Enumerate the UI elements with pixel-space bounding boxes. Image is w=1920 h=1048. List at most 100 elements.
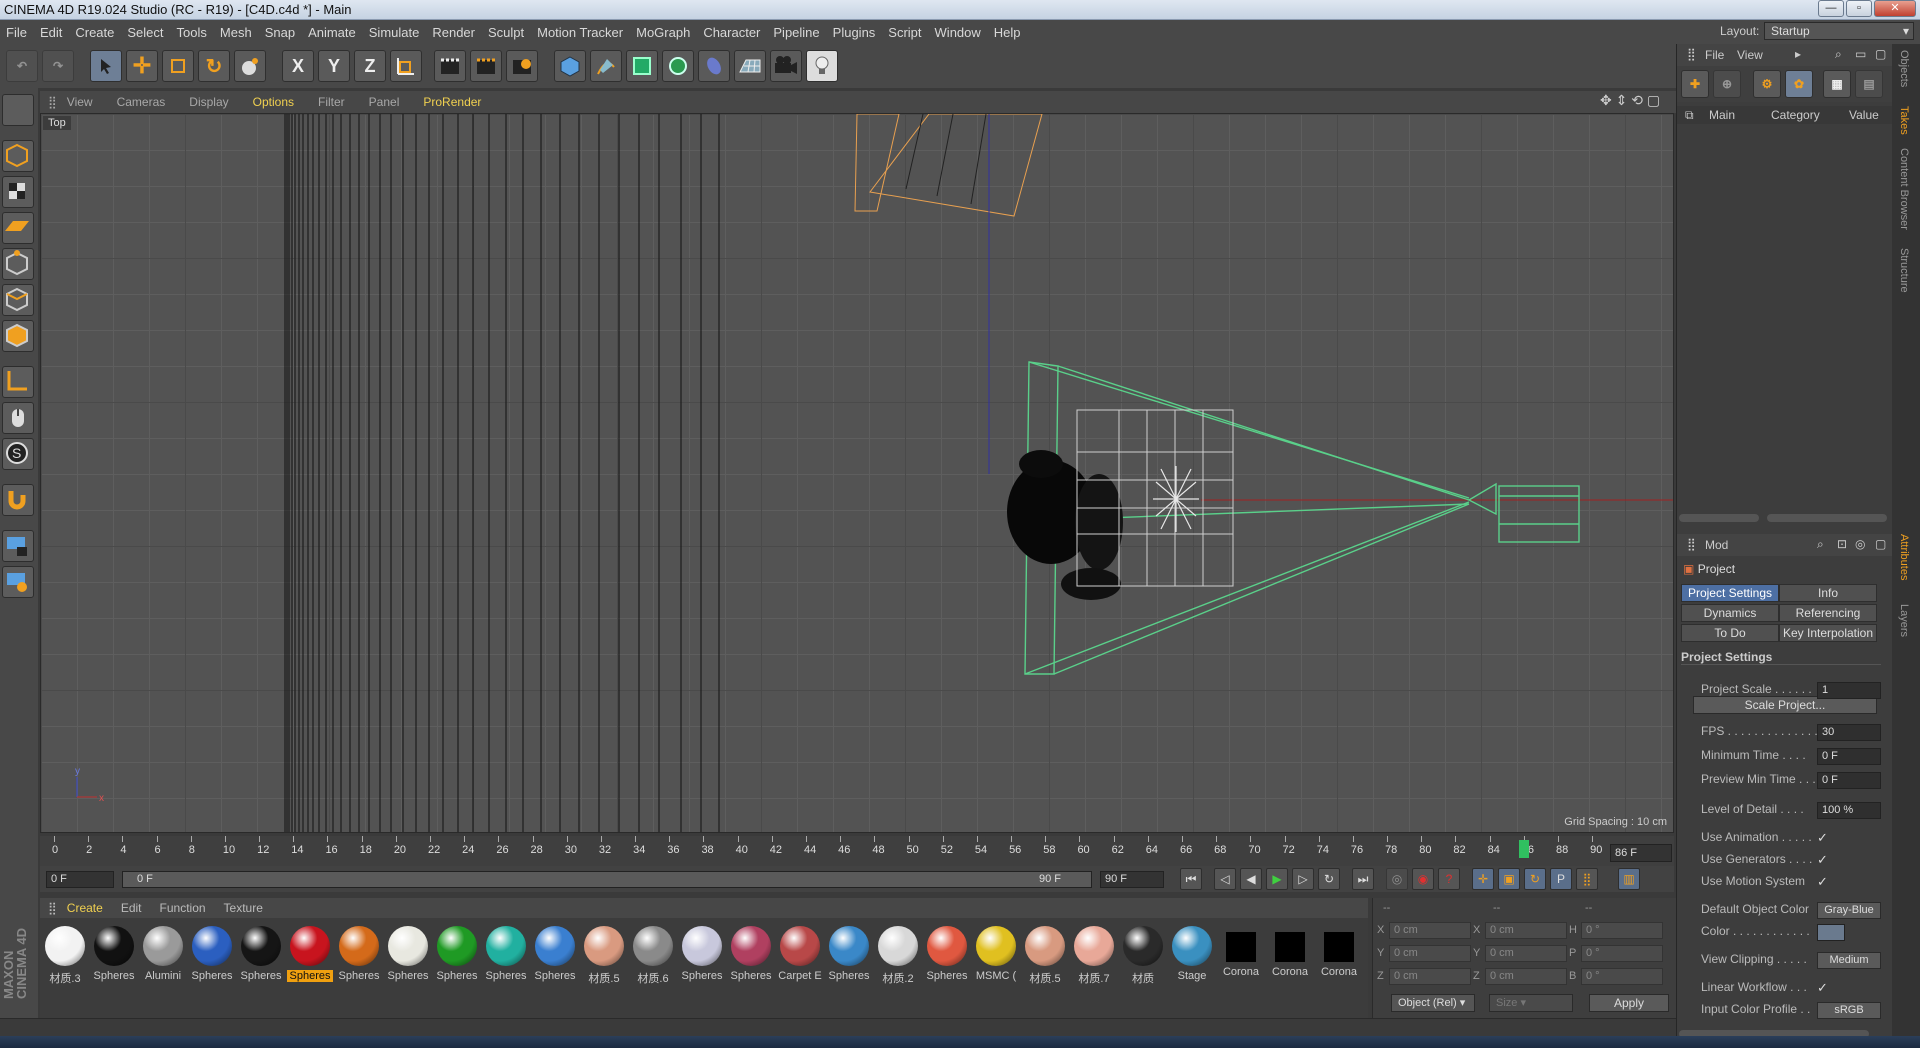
previous-key-icon[interactable]: ◁ xyxy=(1214,868,1236,890)
menu-window[interactable]: Window xyxy=(935,25,981,40)
tab-info[interactable]: Info xyxy=(1779,584,1877,602)
material-slot[interactable]: Spheres xyxy=(532,924,578,988)
menu-render[interactable]: Render xyxy=(432,25,475,40)
search-icon[interactable]: ⌕ xyxy=(1835,47,1842,62)
material-slot[interactable]: 材质.5 xyxy=(581,924,627,988)
key-scale-icon[interactable]: ▣ xyxy=(1498,868,1520,890)
panel-maximize-icon[interactable]: ▢ xyxy=(1875,537,1886,551)
material-slot[interactable]: Spheres xyxy=(91,924,137,988)
points-mode-icon[interactable] xyxy=(2,248,34,280)
model-mode-icon[interactable] xyxy=(2,140,34,172)
planar-workplane-icon[interactable] xyxy=(2,566,34,598)
coord-field[interactable]: 0 cm xyxy=(1389,945,1471,962)
menu-help[interactable]: Help xyxy=(994,25,1021,40)
scale-tool-icon[interactable] xyxy=(162,50,194,82)
y-axis-lock-icon[interactable]: Y xyxy=(318,50,350,82)
material-slot[interactable]: Spheres xyxy=(679,924,725,988)
end-frame-field[interactable]: 90 F xyxy=(1100,871,1164,888)
key-position-icon[interactable]: ✛ xyxy=(1472,868,1494,890)
timeline-window-icon[interactable]: ▥ xyxy=(1618,868,1640,890)
material-menu-edit[interactable]: Edit xyxy=(121,901,142,915)
material-slot[interactable]: 材质.2 xyxy=(875,924,921,988)
side-tab-objects[interactable]: Objects xyxy=(1898,50,1910,87)
take-clone-icon[interactable]: ⊕ xyxy=(1713,70,1741,98)
menu-tools[interactable]: Tools xyxy=(177,25,207,40)
axis-mode-icon[interactable] xyxy=(2,366,34,398)
menu-snap[interactable]: Snap xyxy=(265,25,295,40)
pen-spline-icon[interactable] xyxy=(590,50,622,82)
viewport-nav-icons[interactable]: ✥ ⇕ ⟲ ▢ xyxy=(1600,92,1660,109)
z-axis-lock-icon[interactable]: Z xyxy=(354,50,386,82)
workplane-mode-icon[interactable] xyxy=(2,212,34,244)
viewport-menu-prorender[interactable]: ProRender xyxy=(423,95,481,109)
viewport-menu-options[interactable]: Options xyxy=(253,95,294,109)
panel-layout-icon[interactable]: ▭ xyxy=(1855,47,1866,61)
cloner-icon[interactable] xyxy=(662,50,694,82)
select-tool-icon[interactable] xyxy=(90,50,122,82)
objects-file-menu[interactable]: File xyxy=(1705,48,1724,62)
coord-field[interactable]: 0 cm xyxy=(1389,968,1471,985)
start-frame-field[interactable]: 0 F xyxy=(46,871,114,888)
coord-field[interactable]: 0 cm xyxy=(1389,922,1471,939)
coord-field[interactable]: 0 ° xyxy=(1581,922,1663,939)
attribute-value[interactable]: ✓ xyxy=(1817,852,1828,868)
light-icon[interactable] xyxy=(806,50,838,82)
attributes-mode-menu[interactable]: Mod xyxy=(1705,538,1728,552)
texture-mode-icon[interactable] xyxy=(2,176,34,208)
subdivision-surface-icon[interactable] xyxy=(626,50,658,82)
attribute-value[interactable]: Medium xyxy=(1817,952,1881,969)
coordinate-system-icon[interactable] xyxy=(390,50,422,82)
render-active-icon[interactable] xyxy=(470,50,502,82)
take-render-icon[interactable]: ▦ xyxy=(1823,70,1851,98)
material-slot[interactable]: Spheres xyxy=(238,924,284,988)
menu-pipeline[interactable]: Pipeline xyxy=(773,25,819,40)
side-tab-content-browser[interactable]: Content Browser xyxy=(1898,148,1910,230)
menu-simulate[interactable]: Simulate xyxy=(369,25,420,40)
tab-to-do[interactable]: To Do xyxy=(1681,624,1779,642)
material-menu-create[interactable]: Create xyxy=(67,901,103,915)
redo-icon[interactable]: ↷ xyxy=(42,50,74,82)
go-to-start-icon[interactable]: ⏮ xyxy=(1180,868,1202,890)
tab-referencing[interactable]: Referencing xyxy=(1779,604,1877,622)
material-menu-texture[interactable]: Texture xyxy=(224,901,263,915)
menu-sculpt[interactable]: Sculpt xyxy=(488,25,524,40)
material-slot[interactable]: Spheres xyxy=(287,924,333,988)
autokey-icon[interactable]: ◉ xyxy=(1412,868,1434,890)
material-slot[interactable]: Spheres xyxy=(189,924,235,988)
viewport-menu-filter[interactable]: Filter xyxy=(318,95,345,109)
material-slot[interactable]: Spheres xyxy=(728,924,774,988)
coord-field[interactable]: 0 cm xyxy=(1485,968,1567,985)
snap-magnet-icon[interactable] xyxy=(2,484,34,516)
viewport-menu-cameras[interactable]: Cameras xyxy=(117,95,166,109)
take-add-icon[interactable]: ✚ xyxy=(1681,70,1709,98)
solo-mode-icon[interactable]: S xyxy=(2,438,34,470)
coord-field[interactable]: 0 cm xyxy=(1485,945,1567,962)
takes-scrollbar-right[interactable] xyxy=(1767,514,1887,522)
maximize-button[interactable]: ▫ xyxy=(1846,0,1872,17)
menu-create[interactable]: Create xyxy=(75,25,114,40)
material-slot[interactable]: Spheres xyxy=(385,924,431,988)
polygons-mode-icon[interactable] xyxy=(2,320,34,352)
lock-icon[interactable]: ⊡ xyxy=(1837,537,1847,551)
new-panel-icon[interactable]: ◎ xyxy=(1855,537,1865,551)
next-frame-icon[interactable]: ▷ xyxy=(1292,868,1314,890)
attribute-value[interactable]: 30 xyxy=(1817,724,1881,741)
coord-size-select[interactable]: Size ▾ xyxy=(1489,994,1573,1012)
render-settings-icon[interactable] xyxy=(506,50,538,82)
take-override-icon[interactable]: ⚙ xyxy=(1753,70,1781,98)
attribute-value[interactable]: Gray-Blue xyxy=(1817,902,1881,919)
menu-mograph[interactable]: MoGraph xyxy=(636,25,690,40)
menu-plugins[interactable]: Plugins xyxy=(833,25,876,40)
edges-mode-icon[interactable] xyxy=(2,284,34,316)
render-view-icon[interactable] xyxy=(434,50,466,82)
tab-key-interpolation[interactable]: Key Interpolation xyxy=(1779,624,1877,642)
menu-select[interactable]: Select xyxy=(127,25,163,40)
menu-mesh[interactable]: Mesh xyxy=(220,25,252,40)
material-slot[interactable]: Spheres xyxy=(336,924,382,988)
menu-character[interactable]: Character xyxy=(703,25,760,40)
attribute-value[interactable]: 0 F xyxy=(1817,748,1881,765)
material-slot[interactable]: Corona xyxy=(1316,924,1362,988)
material-slot[interactable]: 材质 xyxy=(1120,924,1166,988)
key-parameter-icon[interactable]: P xyxy=(1550,868,1572,890)
tweak-mode-icon[interactable] xyxy=(2,402,34,434)
